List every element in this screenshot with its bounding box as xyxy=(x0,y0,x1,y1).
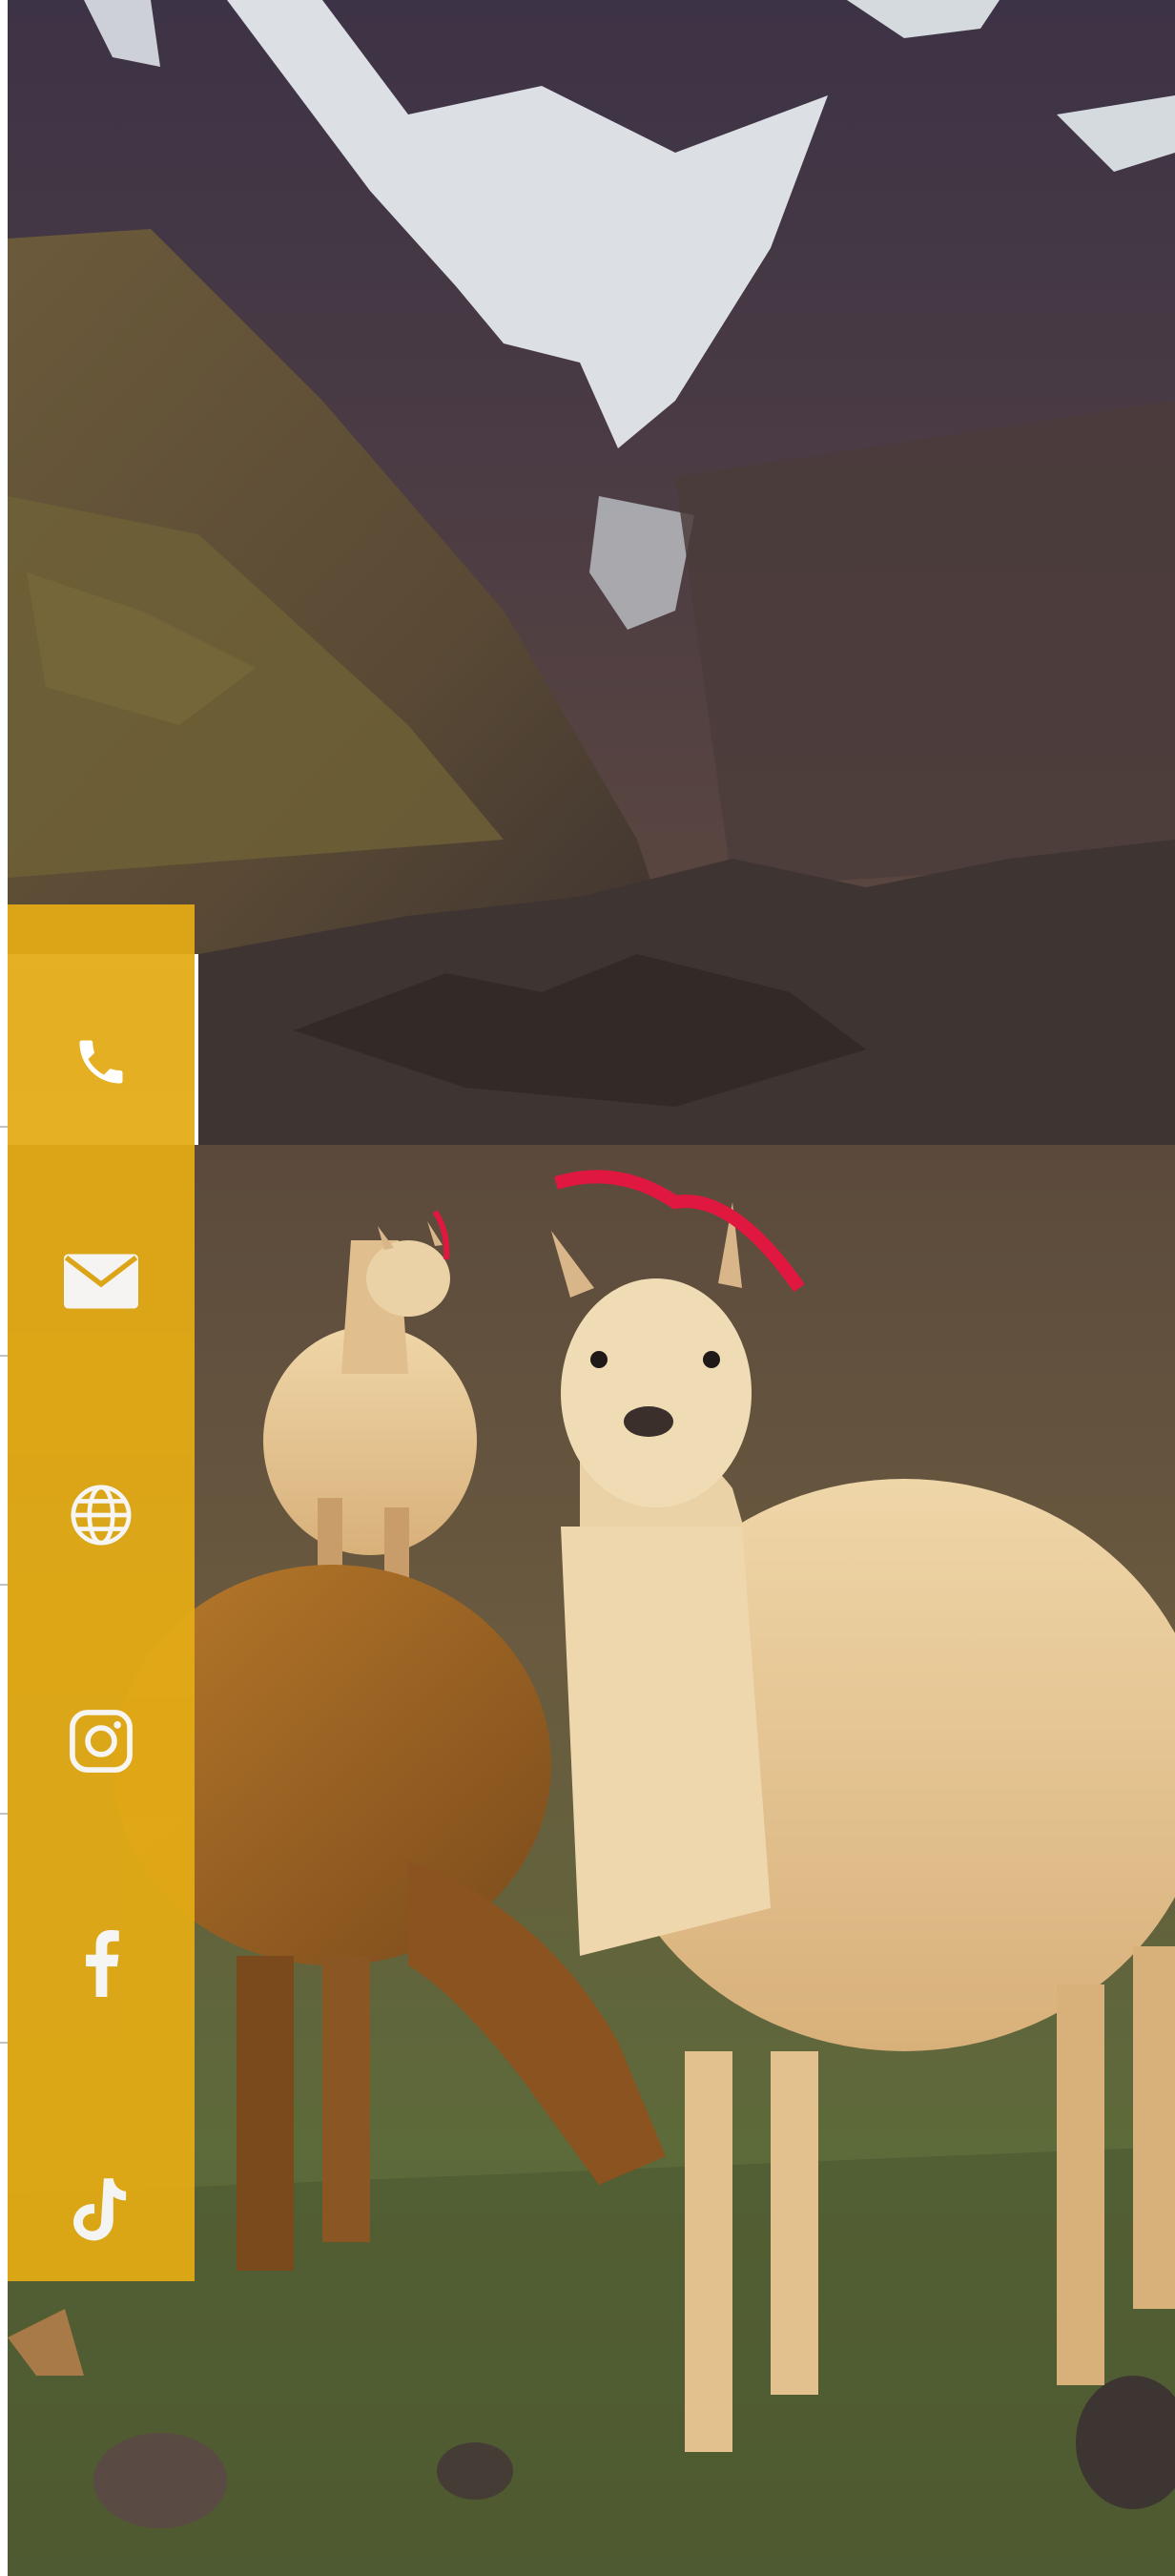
envelope-icon xyxy=(64,1254,138,1309)
tiktok-button[interactable] xyxy=(8,2164,195,2259)
edge-divider xyxy=(0,1584,8,1586)
instagram-icon xyxy=(70,1710,133,1773)
website-button[interactable] xyxy=(8,1467,195,1563)
edge-divider xyxy=(0,1126,8,1128)
email-button[interactable] xyxy=(8,1234,195,1329)
globe-icon xyxy=(71,1485,132,1546)
page xyxy=(0,0,1175,2576)
tiktok-icon xyxy=(73,2178,127,2241)
edge-divider xyxy=(0,1355,8,1357)
facebook-button[interactable] xyxy=(8,1916,195,2011)
phone-icon xyxy=(79,1040,123,1084)
edge-divider xyxy=(0,1813,8,1815)
social-contact-bar xyxy=(8,904,195,2281)
phone-button[interactable] xyxy=(8,1014,195,1110)
facebook-icon xyxy=(86,1930,119,1997)
instagram-button[interactable] xyxy=(8,1693,195,1789)
edge-divider xyxy=(0,2042,8,2044)
